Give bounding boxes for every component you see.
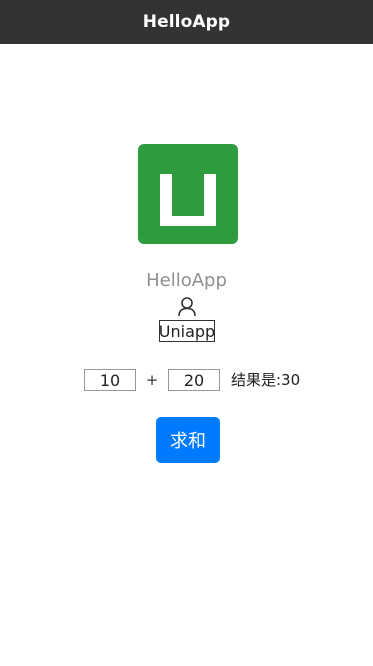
first-number-input[interactable] — [84, 369, 136, 391]
sum-button[interactable]: 求和 — [156, 417, 220, 463]
app-name: HelloApp — [146, 270, 227, 291]
plus-sign: + — [145, 371, 159, 389]
result-text: 结果是:30 — [231, 371, 301, 389]
user-icon — [177, 296, 197, 318]
nav-bar: HelloApp — [0, 0, 373, 44]
uniapp-logo-icon — [138, 144, 238, 244]
uniapp-label: Uniapp — [158, 320, 216, 342]
second-number-input[interactable] — [168, 369, 220, 391]
nav-title: HelloApp — [142, 12, 231, 32]
